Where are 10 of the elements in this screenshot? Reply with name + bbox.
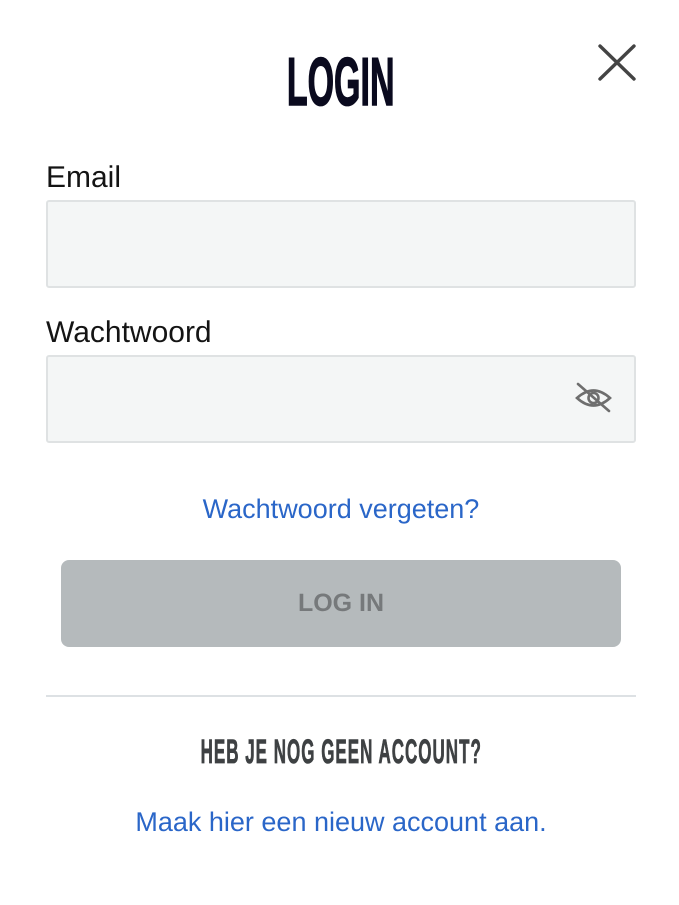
- forgot-password-link[interactable]: Wachtwoord vergeten?: [202, 493, 480, 525]
- dialog-title: LOGIN: [287, 48, 395, 116]
- email-field[interactable]: [46, 200, 636, 288]
- close-icon[interactable]: [598, 44, 636, 81]
- email-label: Email: [46, 160, 122, 196]
- password-field[interactable]: [46, 355, 636, 443]
- password-label: Wachtwoord: [46, 315, 212, 351]
- eye-slash-icon[interactable]: [574, 382, 613, 413]
- signup-link[interactable]: Maak hier een nieuw account aan.: [135, 806, 547, 838]
- signup-heading: HEB JE NOG GEEN ACCOUNT?: [200, 735, 482, 770]
